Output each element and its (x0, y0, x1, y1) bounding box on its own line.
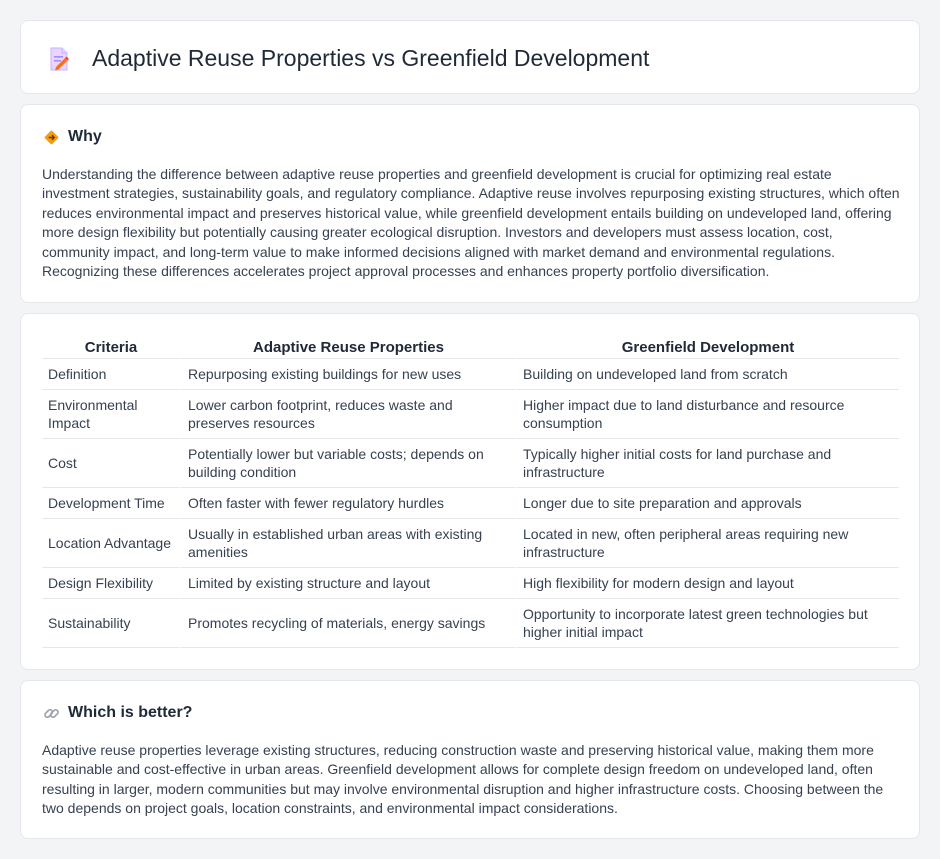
row-adaptive-reuse: Lower carbon footprint, reduces waste an… (180, 390, 515, 439)
header-adaptive-reuse: Adaptive Reuse Properties (180, 336, 515, 359)
header-criteria: Criteria (42, 336, 180, 359)
document-pencil-icon (50, 47, 69, 71)
row-greenfield: High flexibility for modern design and l… (515, 568, 899, 599)
row-criteria: Sustainability (42, 599, 180, 648)
better-title: Which is better? (68, 704, 193, 721)
row-greenfield: Higher impact due to land disturbance an… (515, 390, 899, 439)
which-is-better-section: Which is better? Adaptive reuse properti… (20, 680, 920, 839)
table-row: Definition Repurposing existing building… (42, 359, 899, 390)
link-icon (44, 708, 59, 718)
row-adaptive-reuse: Repurposing existing buildings for new u… (180, 359, 515, 390)
row-greenfield: Located in new, often peripheral areas r… (515, 519, 899, 568)
row-adaptive-reuse: Limited by existing structure and layout (180, 568, 515, 599)
row-criteria: Environmental Impact (42, 390, 180, 439)
table-row: Design Flexibility Limited by existing s… (42, 568, 899, 599)
comparison-table: Criteria Adaptive Reuse Properties Green… (42, 336, 899, 648)
row-greenfield: Opportunity to incorporate latest green … (515, 599, 899, 648)
diamond-signal-icon (44, 130, 59, 144)
why-title: Why (68, 128, 102, 145)
why-text: Understanding the difference between ada… (42, 166, 900, 280)
row-greenfield: Typically higher initial costs for land … (515, 439, 899, 488)
row-criteria: Location Advantage (42, 519, 180, 568)
table-row: Location Advantage Usually in establishe… (42, 519, 899, 568)
better-text: Adaptive reuse properties leverage exist… (42, 742, 884, 817)
table-row: Sustainability Promotes recycling of mat… (42, 599, 899, 648)
better-heading: Which is better? (43, 704, 192, 722)
header-greenfield: Greenfield Development (515, 336, 899, 359)
table-header-row: Criteria Adaptive Reuse Properties Green… (42, 336, 899, 359)
row-criteria: Design Flexibility (42, 568, 180, 599)
header-card: Adaptive Reuse Properties vs Greenfield … (20, 20, 920, 94)
comparison-section: Criteria Adaptive Reuse Properties Green… (20, 313, 920, 670)
table-row: Cost Potentially lower but variable cost… (42, 439, 899, 488)
row-greenfield: Building on undeveloped land from scratc… (515, 359, 899, 390)
row-adaptive-reuse: Promotes recycling of materials, energy … (180, 599, 515, 648)
row-adaptive-reuse: Often faster with fewer regulatory hurdl… (180, 488, 515, 519)
row-adaptive-reuse: Usually in established urban areas with … (180, 519, 515, 568)
page-title: Adaptive Reuse Properties vs Greenfield … (92, 45, 650, 71)
why-section: Why Understanding the difference between… (20, 104, 920, 303)
row-criteria: Development Time (42, 488, 180, 519)
table-row: Development Time Often faster with fewer… (42, 488, 899, 519)
table-row: Environmental Impact Lower carbon footpr… (42, 390, 899, 439)
why-heading: Why (43, 128, 102, 146)
row-criteria: Cost (42, 439, 180, 488)
row-greenfield: Longer due to site preparation and appro… (515, 488, 899, 519)
row-criteria: Definition (42, 359, 180, 390)
row-adaptive-reuse: Potentially lower but variable costs; de… (180, 439, 515, 488)
